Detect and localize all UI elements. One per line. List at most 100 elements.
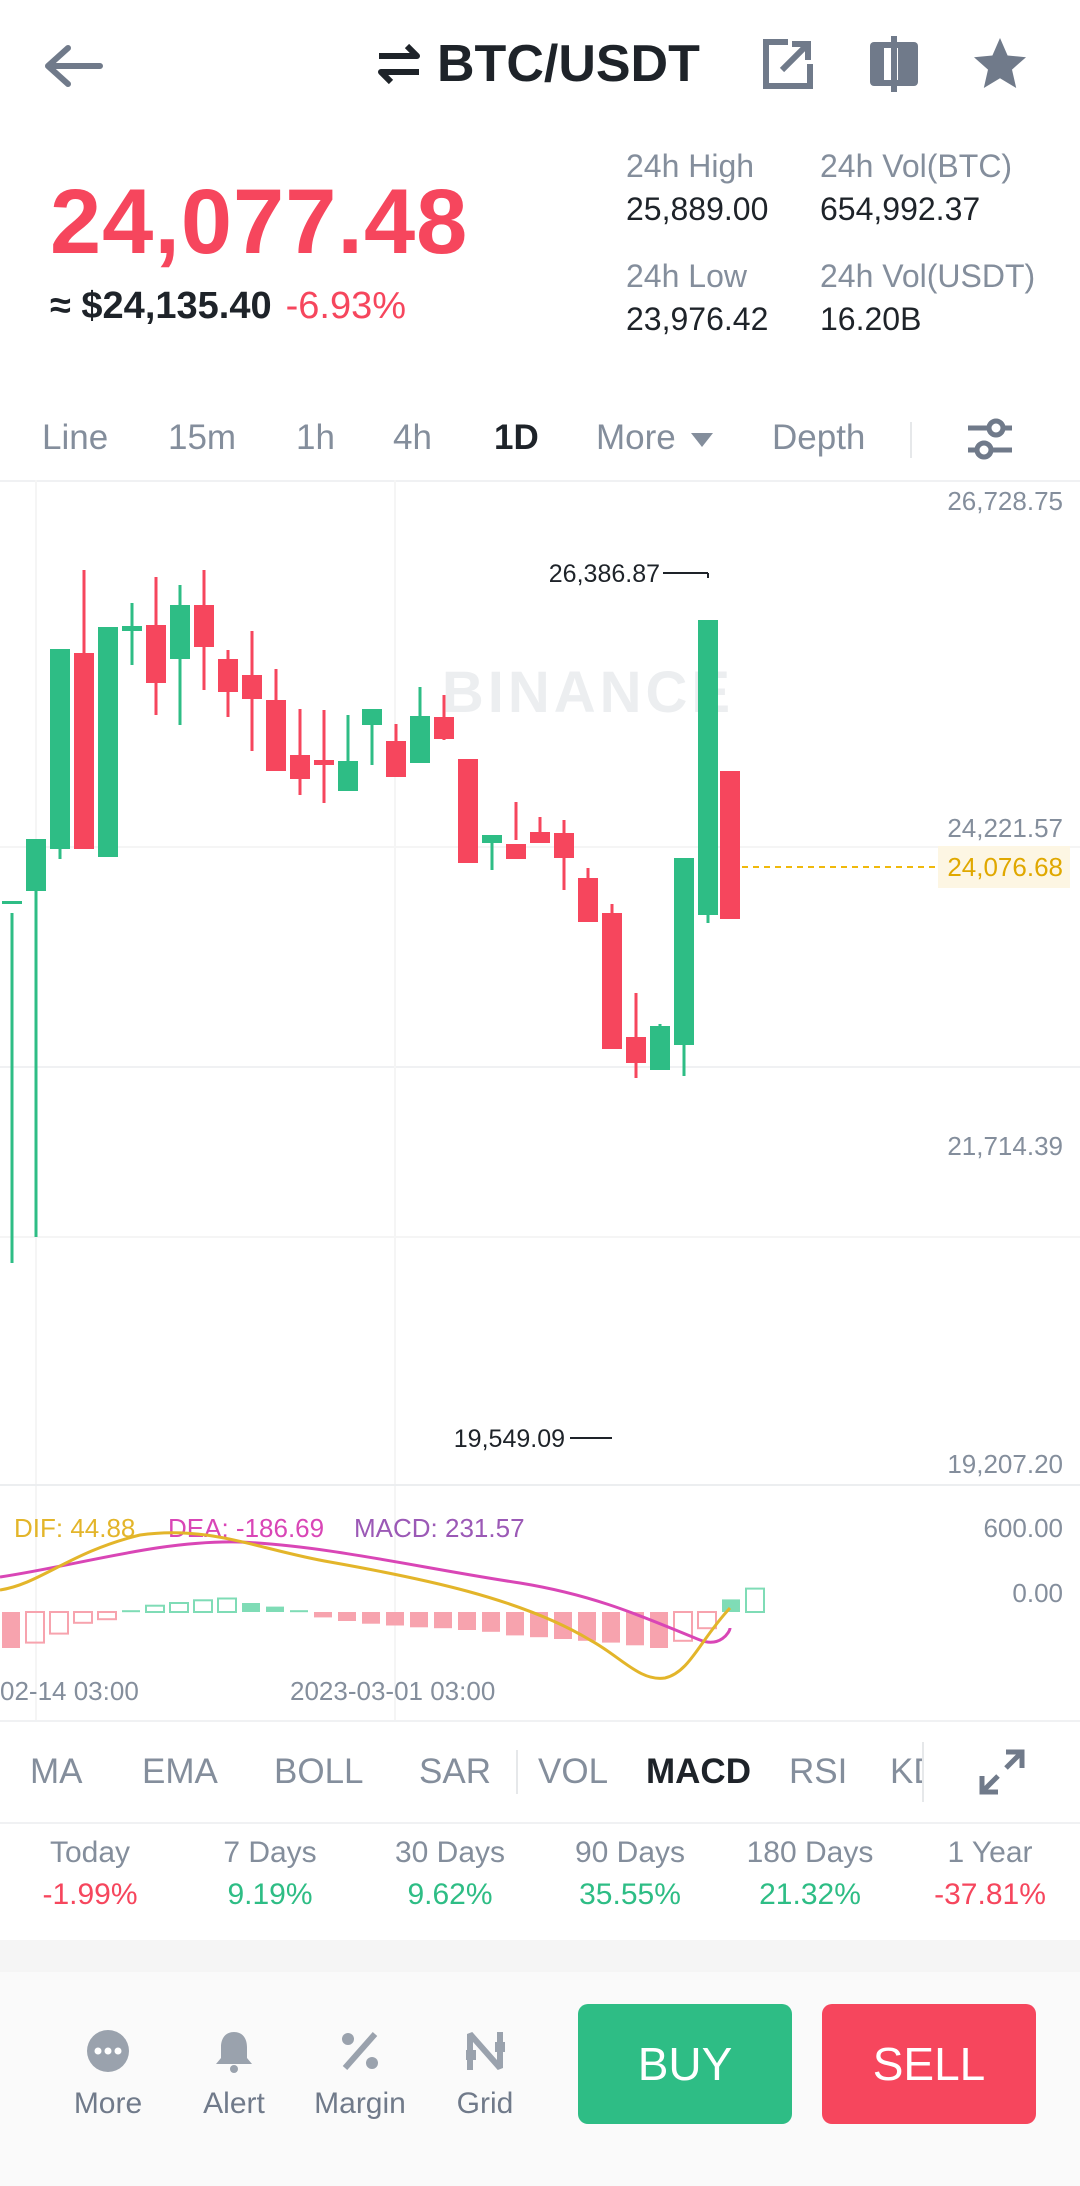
fiat-price-row: ≈ $24,135.40 -6.93% <box>50 285 406 328</box>
candle <box>26 839 46 1237</box>
indicator-ema[interactable]: EMA <box>142 1752 218 1792</box>
indicator-macd[interactable]: MACD <box>646 1752 751 1792</box>
stat-24h-low: 24h Low 23,976.42 <box>626 258 768 338</box>
tab-more[interactable]: More <box>596 418 715 458</box>
divider <box>910 422 912 458</box>
nav-label: Margin <box>314 2087 406 2120</box>
stat-label: 24h High <box>626 148 755 184</box>
tab-more-label: More <box>596 418 676 457</box>
perf-30-days: 30 Days 9.62% <box>360 1836 540 1912</box>
nav-label: Alert <box>203 2087 265 2120</box>
macd-axis-label: 0.00 <box>1012 1578 1063 1608</box>
fullscreen-icon[interactable] <box>978 1748 1026 1796</box>
nav-margin[interactable]: Margin <box>305 2028 415 2121</box>
back-arrow-icon[interactable] <box>40 36 110 96</box>
macd-bar <box>122 1610 140 1613</box>
macd-bar <box>2 1612 20 1648</box>
macd-label: MACD: 231.57 <box>354 1513 525 1543</box>
indicator-boll[interactable]: BOLL <box>274 1752 364 1792</box>
favorite-star-icon[interactable] <box>970 34 1030 94</box>
stat-value: 654,992.37 <box>820 191 981 227</box>
candle <box>482 835 502 870</box>
candle <box>338 715 358 791</box>
perf-1-year: 1 Year -37.81% <box>900 1836 1080 1912</box>
dif-label: DIF: 44.88 <box>14 1513 135 1543</box>
stat-label: 24h Low <box>626 258 747 294</box>
candle <box>506 802 526 859</box>
macd-bar <box>314 1612 332 1618</box>
watermark: BINANCE <box>442 660 734 725</box>
tab-1d[interactable]: 1D <box>494 418 539 458</box>
price-axis-label: 24,221.57 <box>947 813 1063 843</box>
candle <box>50 649 70 859</box>
current-price-label: 24,076.68 <box>947 852 1063 882</box>
tab-15m[interactable]: 15m <box>168 418 236 458</box>
split-screen-icon[interactable] <box>864 34 924 94</box>
macd-bar <box>290 1610 308 1613</box>
perf-value: 9.62% <box>407 1878 493 1911</box>
section-gap <box>0 1940 1080 1972</box>
last-price: 24,077.48 <box>50 171 469 273</box>
stat-24h-vol-btc: 24h Vol(BTC) 654,992.37 <box>820 148 1012 228</box>
tab-line[interactable]: Line <box>42 418 108 458</box>
stat-24h-vol-usdt: 24h Vol(USDT) 16.20B <box>820 258 1035 338</box>
chart-settings-icon[interactable] <box>966 416 1014 464</box>
macd-bar <box>73 1611 93 1624</box>
perf-label: 7 Days <box>223 1836 317 1869</box>
candle <box>218 650 238 717</box>
buy-button[interactable]: BUY <box>578 2004 792 2124</box>
candle <box>410 687 430 763</box>
candle <box>626 993 646 1078</box>
stat-value: 23,976.42 <box>626 301 769 337</box>
indicator-rsi[interactable]: RSI <box>789 1752 847 1792</box>
candle <box>170 585 190 725</box>
share-icon[interactable] <box>758 34 818 94</box>
indicator-sar[interactable]: SAR <box>419 1752 491 1792</box>
candlestick-chart[interactable]: BINANCE 26,386.87 19,549.09 24,076.68 26… <box>0 479 1080 1720</box>
price-axis-label: 26,728.75 <box>947 486 1063 516</box>
more-dots-icon <box>87 2030 129 2072</box>
sell-button[interactable]: SELL <box>822 2004 1036 2124</box>
timeframe-bar: Line 15m 1h 4h 1D More Depth <box>0 400 1080 482</box>
candle <box>2 901 22 1263</box>
indicator-kdj[interactable]: KDJ <box>890 1752 922 1792</box>
macd-bar <box>578 1612 596 1641</box>
candle <box>458 759 478 863</box>
grid-bot-icon <box>466 2032 505 2070</box>
nav-alert[interactable]: Alert <box>179 2028 289 2121</box>
perf-label: Today <box>49 1836 131 1869</box>
macd-bar <box>145 1604 165 1613</box>
candle <box>720 771 740 919</box>
pair-label: BTC/USDT <box>437 35 700 93</box>
candle <box>530 817 550 843</box>
candle <box>554 820 574 890</box>
perf-value: -37.81% <box>934 1878 1046 1911</box>
pair-title[interactable]: BTC/USDT <box>375 34 700 94</box>
indicator-ma[interactable]: MA <box>30 1752 83 1792</box>
perf-7-days: 7 Days 9.19% <box>180 1836 360 1912</box>
performance-row: Today -1.99% 7 Days 9.19% 30 Days 9.62% … <box>0 1822 1080 1937</box>
candle <box>194 570 214 690</box>
price-axis-label: 21,714.39 <box>947 1131 1063 1161</box>
candle <box>242 631 262 751</box>
tab-4h[interactable]: 4h <box>393 418 432 458</box>
low-marker: 19,549.09 <box>454 1425 565 1453</box>
dea-line <box>0 1540 732 1644</box>
top-bar: BTC/USDT <box>0 0 1080 130</box>
stat-label: 24h Vol(BTC) <box>820 148 1013 184</box>
candle <box>74 570 94 849</box>
perf-90-days: 90 Days 35.55% <box>540 1836 720 1912</box>
macd-bar <box>217 1597 237 1613</box>
stat-24h-high: 24h High 25,889.00 <box>626 148 768 228</box>
macd-bar <box>242 1603 260 1612</box>
perf-value: 21.32% <box>759 1878 861 1911</box>
candle <box>122 603 142 665</box>
nav-grid[interactable]: Grid <box>430 2028 540 2121</box>
candle <box>146 577 166 715</box>
macd-bar <box>745 1587 765 1613</box>
dea-label: DEA: -186.69 <box>168 1513 324 1543</box>
nav-more[interactable]: More <box>53 2028 163 2121</box>
tab-depth[interactable]: Depth <box>772 418 865 458</box>
tab-1h[interactable]: 1h <box>296 418 335 458</box>
indicator-vol[interactable]: VOL <box>538 1752 608 1792</box>
